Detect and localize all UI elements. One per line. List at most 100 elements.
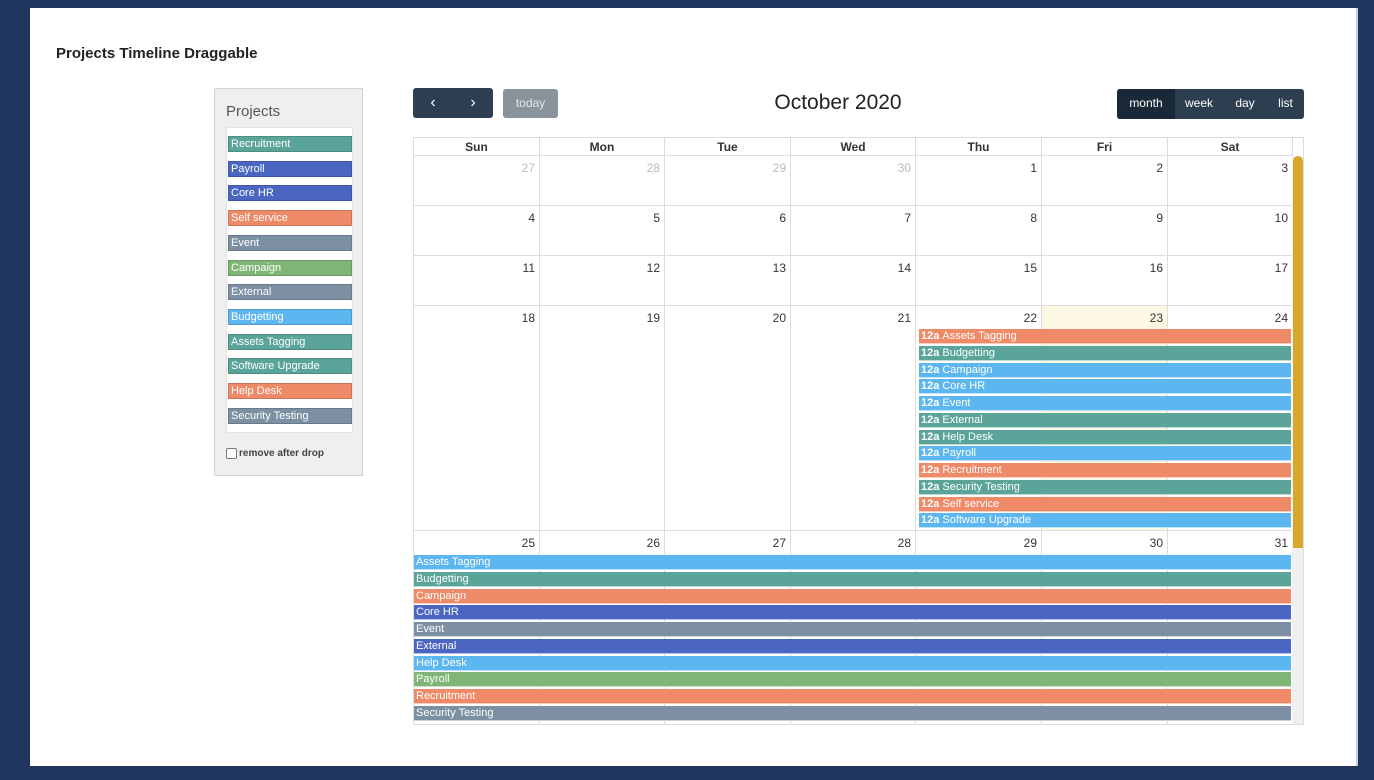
- calendar-event[interactable]: Core HR: [414, 605, 1291, 621]
- prev-button[interactable]: ‹: [413, 88, 453, 118]
- calendar-event[interactable]: Event: [414, 622, 1291, 637]
- calendar-event[interactable]: Payroll: [414, 672, 1291, 688]
- day-number[interactable]: 11: [523, 261, 535, 275]
- day-cell[interactable]: 21: [791, 306, 916, 531]
- calendar-event[interactable]: Campaign: [414, 588, 1291, 604]
- day-number[interactable]: 8: [1030, 211, 1037, 225]
- project-item[interactable]: Recruitment: [228, 136, 352, 152]
- calendar-event[interactable]: 12a Core HR: [919, 379, 1291, 395]
- today-button[interactable]: today: [503, 89, 558, 118]
- day-number[interactable]: 28: [898, 536, 911, 550]
- day-number[interactable]: 18: [522, 311, 535, 325]
- day-cell[interactable]: 3: [1168, 156, 1293, 206]
- day-cell[interactable]: 17: [1168, 256, 1293, 306]
- calendar-event[interactable]: Security Testing: [414, 705, 1291, 721]
- project-item[interactable]: Budgetting: [228, 308, 352, 325]
- calendar-event[interactable]: 12a External: [919, 412, 1291, 428]
- calendar-event[interactable]: 12a Security Testing: [919, 479, 1291, 495]
- day-number[interactable]: 24: [1275, 311, 1288, 325]
- day-number[interactable]: 15: [1024, 261, 1037, 275]
- day-cell[interactable]: 10: [1168, 206, 1293, 256]
- day-number[interactable]: 14: [898, 261, 911, 275]
- day-number[interactable]: 4: [528, 211, 535, 225]
- project-item[interactable]: Campaign: [228, 259, 352, 276]
- calendar-event[interactable]: External: [414, 638, 1291, 654]
- day-number[interactable]: 3: [1281, 161, 1288, 175]
- day-number[interactable]: 17: [1275, 261, 1288, 275]
- project-item[interactable]: Core HR: [228, 185, 352, 202]
- day-number[interactable]: 28: [647, 161, 660, 175]
- day-number[interactable]: 27: [522, 161, 535, 175]
- day-cell[interactable]: 16: [1042, 256, 1168, 306]
- calendar-event[interactable]: 12a Budgetting: [919, 345, 1291, 361]
- view-week-button[interactable]: week: [1175, 89, 1223, 119]
- project-item[interactable]: Payroll: [228, 160, 352, 177]
- calendar-event[interactable]: 12a Payroll: [919, 446, 1291, 462]
- day-cell[interactable]: 20: [665, 306, 791, 531]
- day-number[interactable]: 21: [898, 311, 911, 325]
- project-item[interactable]: External: [228, 284, 352, 301]
- day-number[interactable]: 29: [1024, 536, 1037, 550]
- project-item[interactable]: Software Upgrade: [228, 358, 352, 375]
- day-cell[interactable]: 13: [665, 256, 791, 306]
- calendar-event[interactable]: Assets Tagging: [414, 555, 1291, 570]
- day-cell[interactable]: 8: [916, 206, 1042, 256]
- day-number[interactable]: 13: [773, 261, 786, 275]
- day-number[interactable]: 5: [653, 211, 660, 225]
- day-number[interactable]: 10: [1275, 211, 1288, 225]
- day-number[interactable]: 7: [904, 211, 911, 225]
- project-item[interactable]: Help Desk: [228, 383, 352, 399]
- day-cell[interactable]: 30: [791, 156, 916, 206]
- day-cell[interactable]: 1: [916, 156, 1042, 206]
- calendar-event[interactable]: Recruitment: [414, 689, 1291, 704]
- day-cell[interactable]: 19: [540, 306, 665, 531]
- day-number[interactable]: 31: [1275, 536, 1288, 550]
- day-cell[interactable]: 9: [1042, 206, 1168, 256]
- day-number[interactable]: 2: [1156, 161, 1163, 175]
- day-cell[interactable]: 15: [916, 256, 1042, 306]
- day-number[interactable]: 23: [1150, 311, 1163, 325]
- day-number[interactable]: 6: [779, 211, 786, 225]
- day-cell[interactable]: 11: [414, 256, 540, 306]
- scrollbar-thumb[interactable]: [1293, 156, 1303, 548]
- calendar-event[interactable]: 12a Help Desk: [919, 429, 1291, 445]
- day-number[interactable]: 30: [898, 161, 911, 175]
- day-cell[interactable]: 6: [665, 206, 791, 256]
- day-cell[interactable]: 14: [791, 256, 916, 306]
- day-cell[interactable]: 4: [414, 206, 540, 256]
- project-item[interactable]: Self service: [228, 210, 352, 227]
- day-number[interactable]: 19: [647, 311, 660, 325]
- day-cell[interactable]: 18: [414, 306, 540, 531]
- day-number[interactable]: 30: [1150, 536, 1163, 550]
- project-item[interactable]: Security Testing: [228, 407, 352, 424]
- view-day-button[interactable]: day: [1223, 89, 1267, 119]
- project-item[interactable]: Assets Tagging: [228, 333, 352, 350]
- day-number[interactable]: 26: [647, 536, 660, 550]
- day-cell[interactable]: 29: [665, 156, 791, 206]
- day-number[interactable]: 1: [1030, 161, 1037, 175]
- remove-after-drop-option[interactable]: remove after drop: [226, 448, 324, 459]
- day-cell[interactable]: 12: [540, 256, 665, 306]
- project-item[interactable]: Event: [228, 234, 352, 251]
- calendar-event[interactable]: Budgetting: [414, 571, 1291, 587]
- day-cell[interactable]: 27: [414, 156, 540, 206]
- day-number[interactable]: 27: [773, 536, 786, 550]
- calendar-event[interactable]: 12a Self service: [919, 496, 1291, 512]
- view-month-button[interactable]: month: [1117, 89, 1175, 119]
- day-number[interactable]: 9: [1156, 211, 1163, 225]
- day-cell[interactable]: 28: [540, 156, 665, 206]
- calendar-event[interactable]: 12a Campaign: [919, 362, 1291, 378]
- view-list-button[interactable]: list: [1267, 89, 1304, 119]
- day-number[interactable]: 20: [773, 311, 786, 325]
- day-number[interactable]: 29: [773, 161, 786, 175]
- day-cell[interactable]: 5: [540, 206, 665, 256]
- day-cell[interactable]: 2: [1042, 156, 1168, 206]
- day-number[interactable]: 22: [1024, 311, 1037, 325]
- calendar-event[interactable]: 12a Event: [919, 396, 1291, 411]
- calendar-event[interactable]: Help Desk: [414, 655, 1291, 671]
- calendar-event[interactable]: 12a Assets Tagging: [919, 329, 1291, 344]
- calendar-event[interactable]: 12a Recruitment: [919, 463, 1291, 478]
- day-number[interactable]: 12: [647, 261, 660, 275]
- day-number[interactable]: 25: [522, 536, 535, 550]
- next-button[interactable]: ›: [453, 88, 493, 118]
